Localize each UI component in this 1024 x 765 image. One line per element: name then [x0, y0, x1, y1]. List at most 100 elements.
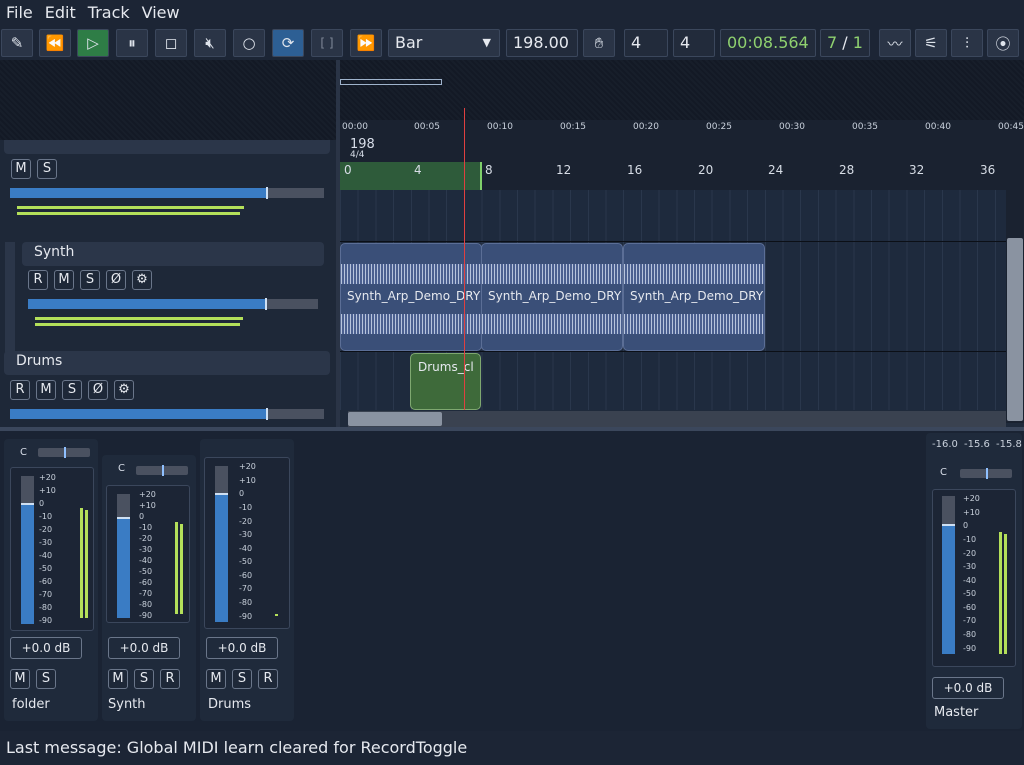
- menu-edit[interactable]: Edit: [39, 0, 82, 26]
- menu-view[interactable]: View: [136, 0, 186, 26]
- record-button[interactable]: ○: [233, 29, 265, 57]
- strip-mute-button[interactable]: M: [108, 669, 128, 689]
- volume-display[interactable]: +0.0 dB: [206, 637, 278, 659]
- folder-volume-fill: [10, 188, 267, 198]
- fast-forward-button[interactable]: ⏩: [350, 29, 382, 57]
- horizontal-scroll-thumb[interactable]: [348, 412, 442, 426]
- time-ruler[interactable]: 00:00 00:05 00:10 00:15 00:20 00:25 00:3…: [340, 120, 1024, 138]
- synth-solo-button[interactable]: S: [80, 270, 100, 290]
- strip-solo-button[interactable]: S: [134, 669, 154, 689]
- drums-settings-button[interactable]: ⚙: [114, 380, 134, 400]
- drums-record-button[interactable]: R: [10, 380, 30, 400]
- synth-settings-button[interactable]: ⚙: [132, 270, 152, 290]
- menu-file[interactable]: File: [0, 0, 39, 26]
- folder-volume-knob[interactable]: [266, 187, 268, 199]
- pan-knob[interactable]: [986, 468, 988, 479]
- synth-mute-button[interactable]: M: [54, 270, 74, 290]
- tempo-row[interactable]: 198 4/4: [340, 137, 1024, 162]
- drums-solo-button[interactable]: S: [62, 380, 82, 400]
- horizontal-scrollbar[interactable]: [348, 411, 1006, 427]
- synth-phase-button[interactable]: Ø: [106, 270, 126, 290]
- position-display: 7 / 1: [820, 29, 870, 57]
- synth-clip-1[interactable]: Synth_Arp_Demo_DRY: [340, 243, 482, 351]
- strip-record-button[interactable]: R: [258, 669, 278, 689]
- waveform-button[interactable]: 〰: [879, 29, 911, 57]
- broadcast-button[interactable]: ⦿: [987, 29, 1019, 57]
- bar-ruler[interactable]: 0 4 8 12 16 20 24 28 32 36: [340, 162, 1024, 190]
- db-tick: -90: [963, 644, 977, 653]
- loop-region-button[interactable]: [ ]: [311, 29, 343, 57]
- strip-solo-button[interactable]: S: [232, 669, 252, 689]
- synth-volume-knob[interactable]: [265, 298, 267, 310]
- volume-knob[interactable]: [215, 493, 228, 495]
- pan-knob[interactable]: [64, 447, 66, 458]
- overview-viewport[interactable]: [340, 79, 442, 85]
- routing-button[interactable]: ⚟: [915, 29, 947, 57]
- folder-volume-fader[interactable]: [10, 187, 324, 199]
- pan-slider[interactable]: [960, 468, 1012, 479]
- hand-icon: ✋︎: [594, 34, 604, 52]
- synth-clip-3[interactable]: Synth_Arp_Demo_DRY: [623, 243, 765, 351]
- stop-button[interactable]: ◻: [155, 29, 187, 57]
- volume-display[interactable]: +0.0 dB: [10, 637, 82, 659]
- playhead[interactable]: [464, 108, 465, 410]
- synth-volume-fader[interactable]: [28, 298, 318, 310]
- db-tick: -20: [39, 525, 53, 534]
- vertical-scroll-thumb[interactable]: [1007, 238, 1023, 421]
- strip-record-button[interactable]: R: [160, 669, 180, 689]
- volume-knob[interactable]: [117, 517, 130, 519]
- play-button[interactable]: ▷: [77, 29, 109, 57]
- vertical-scrollbar[interactable]: [1006, 190, 1024, 423]
- synth-clip-2[interactable]: Synth_Arp_Demo_DRY: [481, 243, 623, 351]
- pan-slider[interactable]: [38, 447, 90, 458]
- drums-phase-button[interactable]: Ø: [88, 380, 108, 400]
- volume-display[interactable]: +0.0 dB: [108, 637, 180, 659]
- drums-track-header[interactable]: Drums: [4, 351, 330, 375]
- pan-label: C: [940, 467, 947, 478]
- strip-mute-button[interactable]: M: [10, 669, 30, 689]
- pan-slider[interactable]: [136, 465, 188, 476]
- strip-solo-button[interactable]: S: [36, 669, 56, 689]
- time-signature-denominator[interactable]: 4: [673, 29, 715, 57]
- strip-mute-button[interactable]: M: [206, 669, 226, 689]
- folder-mute-button[interactable]: M: [11, 159, 31, 179]
- menu-track[interactable]: Track: [82, 0, 136, 26]
- folder-solo-button[interactable]: S: [37, 159, 57, 179]
- drums-mute-button[interactable]: M: [36, 380, 56, 400]
- mixer-button[interactable]: ⫶: [951, 29, 983, 57]
- db-tick: -60: [139, 578, 153, 587]
- volume-knob[interactable]: [21, 503, 34, 505]
- pan-knob[interactable]: [162, 465, 164, 476]
- position-bar: 7: [827, 33, 838, 52]
- loop-region[interactable]: [340, 162, 481, 190]
- volume-fader[interactable]: [942, 496, 955, 654]
- drums-clip-1[interactable]: Drums_cl: [410, 353, 481, 410]
- time-signature-numerator[interactable]: 4: [624, 29, 668, 57]
- bpm-field[interactable]: 198.00: [506, 29, 578, 57]
- synth-record-button[interactable]: R: [28, 270, 48, 290]
- db-scale: +20 +10 0 -10 -20 -30 -40 -50 -60 -70 -8…: [963, 494, 1003, 658]
- volume-fill: [215, 494, 228, 622]
- volume-display[interactable]: +0.0 dB: [932, 677, 1004, 699]
- level-meter-left: [999, 532, 1002, 654]
- synth-track-header[interactable]: Synth: [22, 242, 324, 266]
- drums-volume-knob[interactable]: [266, 408, 268, 420]
- volume-knob[interactable]: [942, 524, 955, 526]
- folder-expand-icon[interactable]: ▼: [14, 140, 25, 142]
- edit-mode-button[interactable]: ✎: [1, 29, 33, 57]
- rewind-button[interactable]: ⏪: [39, 29, 71, 57]
- meter-box: +20 +10 0 -10 -20 -30 -40 -50 -60 -70 -8…: [10, 467, 94, 631]
- pause-button[interactable]: ⏸: [116, 29, 148, 57]
- loop-button[interactable]: ⟳: [272, 29, 304, 57]
- mute-button[interactable]: 🔇︎: [194, 29, 226, 57]
- loop-end-marker[interactable]: [480, 162, 482, 190]
- folder-track-header[interactable]: ▼ folder: [4, 140, 330, 154]
- snap-mode-select[interactable]: Bar ▼: [388, 29, 500, 57]
- strip-name: Master: [934, 705, 979, 720]
- hand-tool-button[interactable]: ✋︎: [583, 29, 615, 57]
- volume-fader[interactable]: [215, 466, 228, 622]
- drums-volume-fader[interactable]: [10, 408, 324, 420]
- signature-marker[interactable]: 4/4: [350, 150, 364, 160]
- volume-fader[interactable]: [117, 494, 130, 618]
- volume-fader[interactable]: [21, 476, 34, 624]
